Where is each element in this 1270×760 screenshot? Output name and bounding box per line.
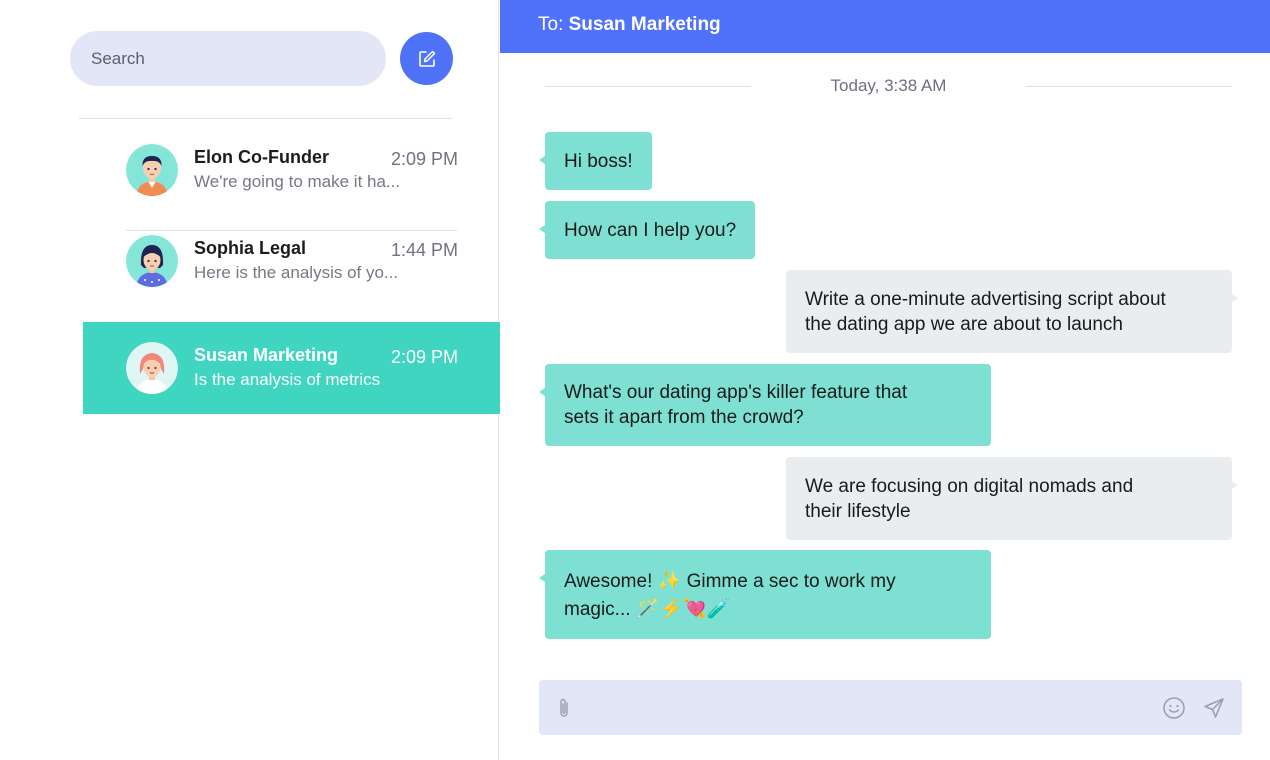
sidebar: Elon Co-Funder 2:09 PM We're going to ma… [0, 0, 500, 760]
conversation-item-sophia[interactable]: Sophia Legal 1:44 PM Here is the analysi… [83, 215, 500, 307]
date-line-right [1026, 86, 1232, 87]
search-input[interactable] [70, 31, 386, 86]
paperclip-icon [560, 698, 568, 717]
conversation-name: Elon Co-Funder [194, 147, 329, 167]
emoji-button[interactable] [1161, 695, 1187, 721]
message-text-line: magic... 🪄⚡💘🧪 [564, 599, 731, 620]
avatar [126, 144, 178, 196]
message-bubble-incoming: How can I help you? [538, 201, 756, 259]
message-bubble-incoming: Hi boss! [539, 132, 652, 190]
message-bubble-incoming: What's our dating app's killer feature t… [539, 364, 991, 446]
conversation-preview: Is the analysis of metrics [194, 370, 381, 389]
message-text: How can I help you? [564, 220, 737, 241]
send-icon [1204, 698, 1224, 718]
recipient-name: Susan Marketing [568, 14, 721, 35]
message-bubble-outgoing: Write a one-minute advertising script ab… [786, 270, 1238, 353]
conversation-item-elon[interactable]: Elon Co-Funder 2:09 PM We're going to ma… [83, 124, 500, 216]
message-bubble-incoming: Awesome! ✨ Gimme a sec to work my magic.… [539, 550, 991, 639]
message-text-line: What's our dating app's killer feature t… [564, 382, 908, 403]
conversation-time: 1:44 PM [390, 240, 458, 260]
avatar [126, 235, 178, 287]
date-separator: Today, 3:38 AM [545, 76, 1232, 96]
message-text-line: their lifestyle [805, 501, 911, 522]
avatar [126, 342, 178, 394]
conversation-name: Susan Marketing [194, 345, 339, 365]
attach-button[interactable] [553, 696, 575, 720]
sidebar-divider [79, 118, 452, 119]
conversation-time: 2:09 PM [390, 149, 458, 169]
message-text-line: sets it apart from the crowd? [564, 407, 804, 428]
message-composer [539, 680, 1242, 735]
conversation-preview: We're going to make it ha... [194, 172, 401, 191]
message-text-line: Write a one-minute advertising script ab… [805, 289, 1166, 310]
recipient-label: To: [538, 14, 569, 35]
chat-panel: To: Susan Marketing Today, 3:38 AM Hi bo… [500, 0, 1270, 760]
send-button[interactable] [1201, 695, 1227, 721]
chat-header: To: Susan Marketing [500, 0, 1270, 53]
message-text-line: We are focusing on digital nomads and [805, 476, 1134, 497]
conversation-name: Sophia Legal [194, 238, 307, 258]
conversation-time: 2:09 PM [390, 347, 458, 367]
avatar-sophia-icon [126, 235, 178, 287]
compose-button[interactable] [400, 32, 453, 85]
message-text-line: Awesome! ✨ Gimme a sec to work my [564, 571, 896, 592]
avatar-susan-icon [126, 342, 178, 394]
message-bubble-outgoing: We are focusing on digital nomads and th… [786, 457, 1238, 540]
message-input[interactable] [587, 680, 1147, 735]
avatar-elon-icon [126, 144, 178, 196]
conversation-preview: Here is the analysis of yo... [194, 263, 399, 282]
messenger-app: Elon Co-Funder 2:09 PM We're going to ma… [0, 0, 1270, 760]
conversation-item-susan[interactable]: Susan Marketing 2:09 PM Is the analysis … [83, 322, 500, 414]
message-text: Hi boss! [564, 151, 633, 172]
compose-icon [418, 50, 435, 67]
message-text-line: the dating app we are about to launch [805, 314, 1123, 335]
smiley-icon [1163, 697, 1185, 719]
